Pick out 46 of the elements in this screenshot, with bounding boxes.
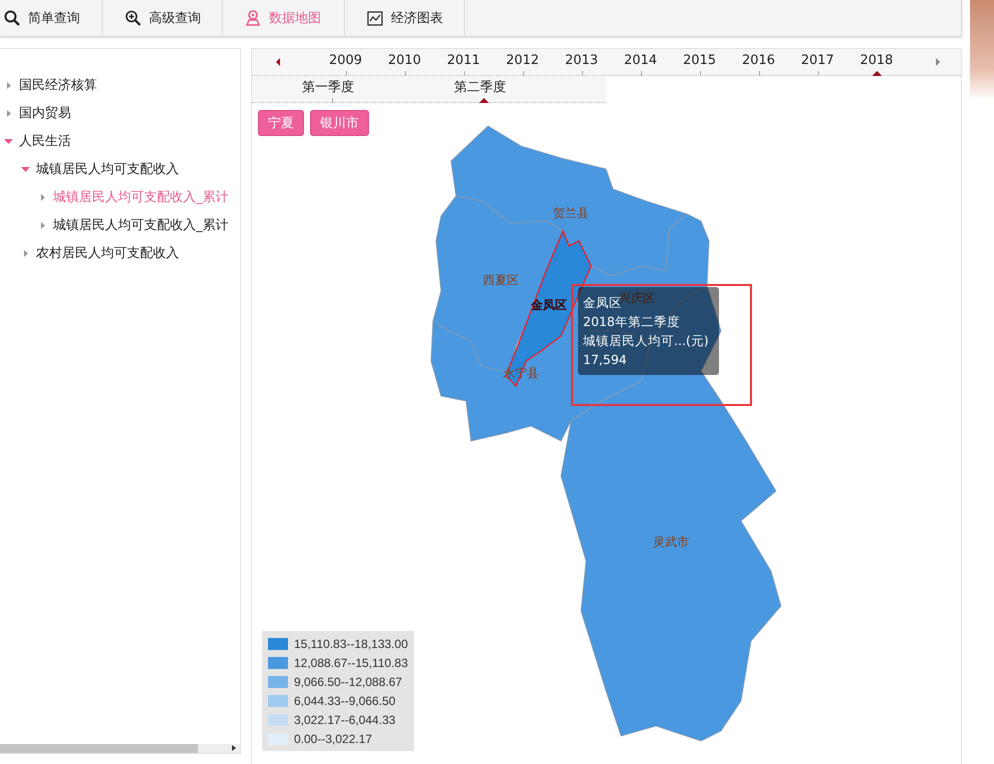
caret-icon[interactable] <box>4 136 13 146</box>
year-label[interactable]: 2011 <box>434 48 493 76</box>
caret-icon[interactable] <box>4 108 13 118</box>
tab[interactable]: 高级查询 <box>103 0 223 36</box>
year-label[interactable]: 2010 <box>375 48 434 76</box>
map-pin-icon <box>245 10 261 26</box>
next-icon[interactable] <box>936 58 940 66</box>
legend-label: 12,088.67--15,110.83 <box>294 656 408 670</box>
year-label[interactable]: 2012 <box>493 48 552 76</box>
tooltip-text: 金凤区 <box>583 295 622 312</box>
tree-item[interactable]: 国民经济核算 <box>19 76 97 94</box>
caret-icon[interactable] <box>38 192 47 202</box>
caret-icon[interactable] <box>38 220 47 230</box>
caret-icon[interactable] <box>21 164 30 174</box>
tree-item[interactable]: 城镇居民人均可支配收入 <box>36 160 179 178</box>
year-label[interactable]: 2018 <box>847 48 906 76</box>
tab[interactable]: 简单查询 <box>0 0 103 36</box>
search-icon <box>4 10 20 26</box>
year-label[interactable]: 2013 <box>552 48 611 76</box>
year-label[interactable]: 2017 <box>788 48 847 76</box>
legend-label: 9,066.50--12,088.67 <box>294 674 402 688</box>
legend-label: 15,110.83--18,133.00 <box>294 636 408 650</box>
previous-icon[interactable] <box>276 58 280 66</box>
map-region[interactable] <box>450 126 688 276</box>
scrollbar[interactable] <box>0 744 240 753</box>
legend-label: 3,022.17--6,044.33 <box>294 712 396 726</box>
caret-icon[interactable] <box>4 80 13 90</box>
year-label[interactable]: 2015 <box>670 48 729 76</box>
quarter-label[interactable]: 第一季度 <box>302 76 454 102</box>
caret-icon[interactable] <box>21 248 30 258</box>
tooltip-text: 2018年第二季度 <box>583 313 680 331</box>
tooltip-text: 城镇居民人均可...(元) <box>583 332 709 350</box>
tooltip-text: 17,594 <box>583 351 627 369</box>
chart-icon <box>367 10 383 26</box>
tab[interactable]: 经济图表 <box>345 0 465 36</box>
legend-label: 6,044.33--9,066.50 <box>294 694 396 708</box>
year-label[interactable]: 2009 <box>316 48 375 76</box>
year-label[interactable]: 2016 <box>729 48 788 76</box>
tree-item[interactable]: 城镇居民人均可支配收入_累计 <box>53 216 228 234</box>
tree-item[interactable]: 农村居民人均可支配收入 <box>36 244 179 262</box>
tree-item[interactable]: 国内贸易 <box>19 104 71 122</box>
quarter-label[interactable]: 第二季度 <box>454 76 606 102</box>
year-label[interactable]: 2014 <box>611 48 670 76</box>
tree-item[interactable]: 人民生活 <box>19 132 71 150</box>
legend-label: 0.00--3,022.17 <box>294 732 372 746</box>
zoom-in-icon <box>125 10 141 26</box>
